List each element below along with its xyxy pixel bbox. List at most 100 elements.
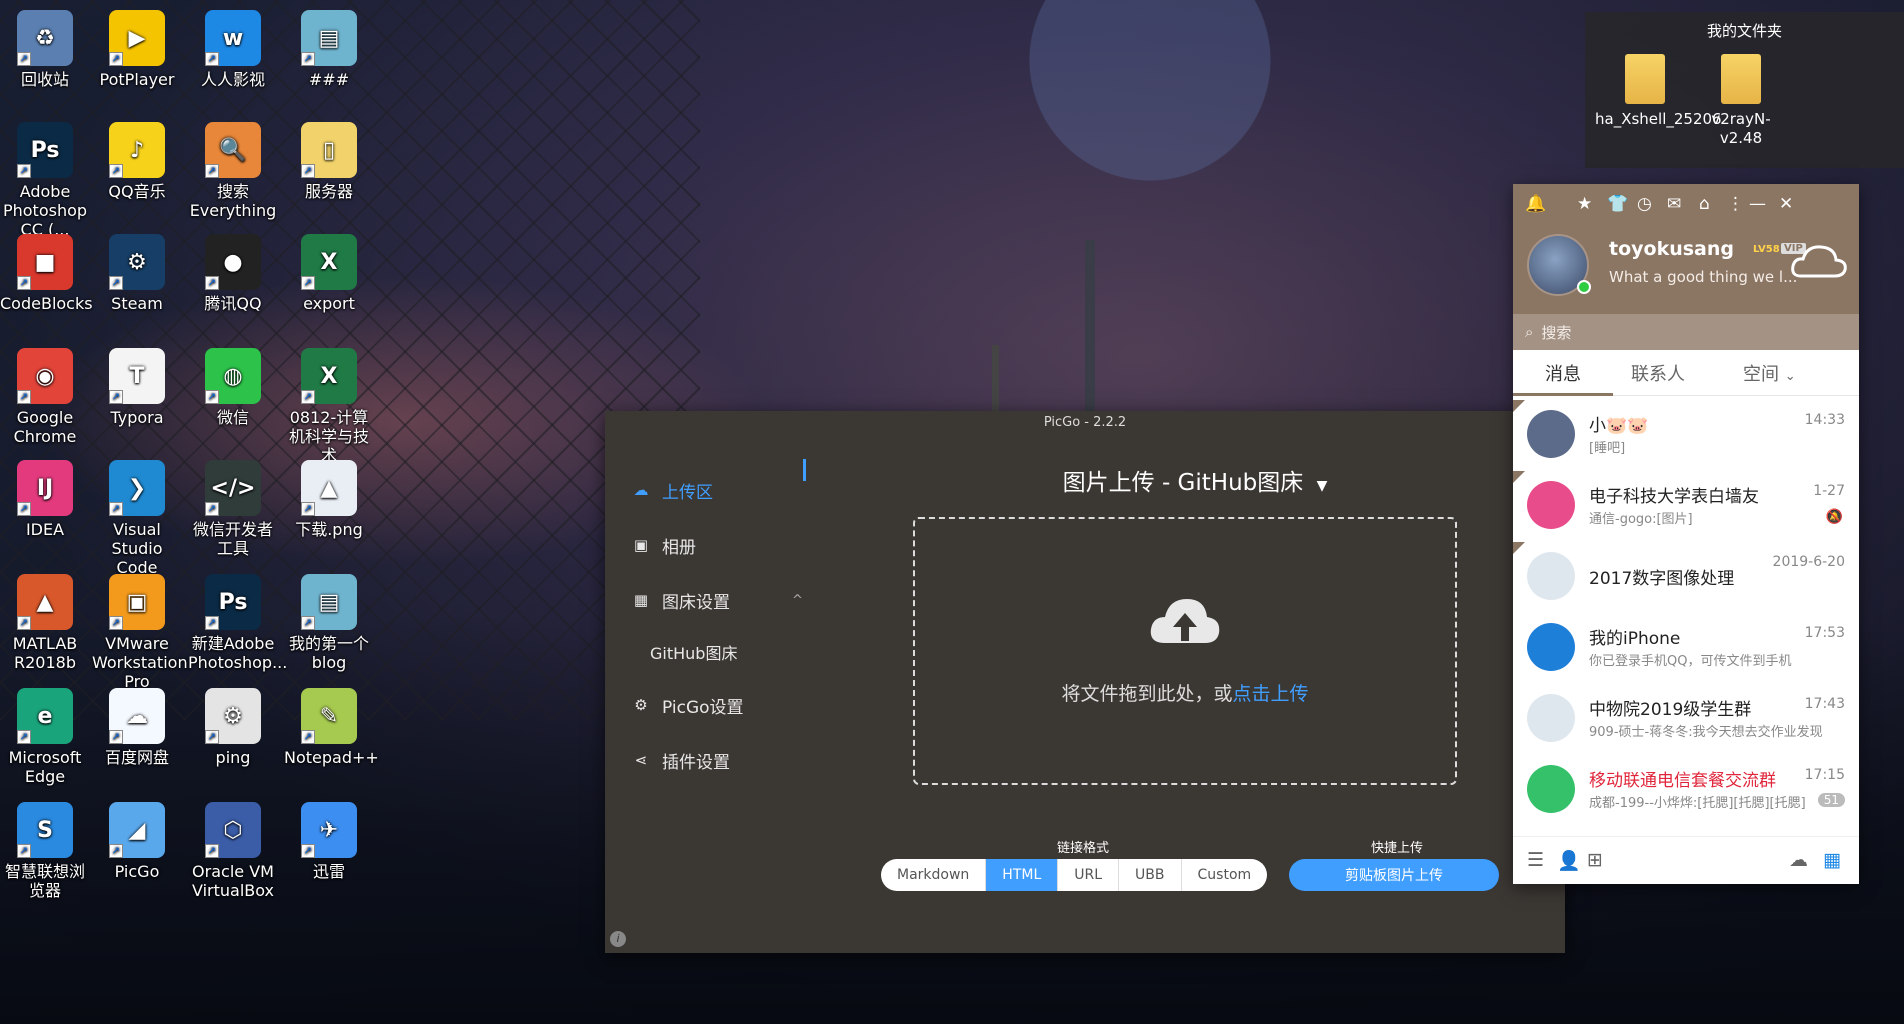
desktop-icon[interactable]: ▣ ↗ VMware Workstation Pro xyxy=(92,574,188,691)
desktop-icon[interactable]: 🔍 ↗ 搜索 Everything xyxy=(188,122,278,220)
tab-contacts[interactable]: 联系人 xyxy=(1631,360,1685,386)
bell-icon[interactable]: 🔔 xyxy=(1525,194,1546,214)
conversation-row[interactable]: 中物院2019级学生群 909-硕士-蒋冬冬:我今天想去交作业发现 17:43 xyxy=(1513,684,1859,754)
desktop-icon-label: 微信开发者工具 xyxy=(192,520,273,558)
conversation-message: [睡吧] xyxy=(1589,441,1626,456)
upload-heading[interactable]: 图片上传 - GitHub图床 ▼ xyxy=(1005,463,1385,497)
conversation-row[interactable]: 2017数字图像处理 2019-6-20 xyxy=(1513,542,1859,612)
desktop-icon[interactable]: ▤ ↗ ### xyxy=(284,10,374,89)
nav-label: GitHub图床 xyxy=(650,644,738,663)
weather-cloud-icon[interactable] xyxy=(1789,242,1849,282)
nav-label: PicGo设置 xyxy=(662,697,744,718)
desktop-icon[interactable]: ☁ ↗ 百度网盘 xyxy=(92,688,182,767)
desktop-icon[interactable]: ◢ ↗ PicGo xyxy=(92,802,182,881)
nav-plugin-settings[interactable]: ⋖ 插件设置 xyxy=(632,747,730,773)
app-icon: ▯ ↗ xyxy=(301,122,357,178)
format-ubb[interactable]: UBB xyxy=(1119,859,1182,891)
desktop-icon[interactable]: ⬡ ↗ Oracle VM VirtualBox xyxy=(188,802,278,900)
apps-icon[interactable]: ⊞ xyxy=(1587,849,1603,871)
folder-window: 我的文件夹 ha_Xshell_25206 v2rayN-v2.48 xyxy=(1585,12,1904,168)
star-icon[interactable]: ★ xyxy=(1577,194,1592,214)
tab-messages[interactable]: 消息 xyxy=(1545,360,1581,386)
desktop-icon[interactable]: </> ↗ 微信开发者工具 xyxy=(188,460,278,558)
nav-github-host[interactable]: GitHub图床 xyxy=(650,639,737,665)
desktop-icon[interactable]: w ↗ 人人影视 xyxy=(188,10,278,89)
desktop-icon[interactable]: ♻ ↗ 回收站 xyxy=(0,10,90,89)
desktop-icon[interactable]: X ↗ export xyxy=(284,234,374,313)
desktop-icon[interactable]: ▲ ↗ MATLAB R2018b xyxy=(0,574,90,672)
conversation-row[interactable]: 电子科技大学表白墙友 通信-gogo:[图片] 1-27 🔕 xyxy=(1513,471,1859,541)
upload-drop-zone[interactable]: 将文件拖到此处，或点击上传 xyxy=(913,517,1457,785)
desktop-icon[interactable]: ▯ ↗ 服务器 xyxy=(284,122,374,201)
folder-item-v2rayn[interactable]: v2rayN-v2.48 xyxy=(1691,54,1791,148)
format-html[interactable]: HTML xyxy=(986,859,1059,891)
desktop-icon-label: QQ音乐 xyxy=(108,182,166,201)
signature[interactable]: What a good thing we l... xyxy=(1609,268,1797,286)
desktop-icon-label: 下载.png xyxy=(295,520,363,539)
desktop-icon[interactable]: X ↗ 0812-计算机科学与技术 xyxy=(284,348,374,465)
desktop-icon[interactable]: Ps ↗ 新建Adobe Photoshop... xyxy=(188,574,287,672)
desktop-icon[interactable]: ✈ ↗ 迅雷 xyxy=(284,802,374,881)
desktop-icon[interactable]: e ↗ Microsoft Edge xyxy=(0,688,90,786)
format-custom[interactable]: Custom xyxy=(1182,859,1268,891)
desktop-icon[interactable]: ▤ ↗ 我的第一个blog xyxy=(284,574,374,672)
click-upload-link[interactable]: 点击上传 xyxy=(1233,683,1309,705)
desktop-icon[interactable]: ▶ ↗ PotPlayer xyxy=(92,10,182,89)
desktop-icon[interactable]: ◍ ↗ 微信 xyxy=(188,348,278,427)
shortcut-arrow-icon: ↗ xyxy=(301,730,315,744)
search-input[interactable]: ⌕ 搜索 xyxy=(1513,314,1859,350)
conversation-row[interactable]: 移动联通电信套餐交流群 成都-199--小烨烨:[托腮][托腮][托腮] 17:… xyxy=(1513,755,1859,825)
desktop-icon[interactable]: ⚙ ↗ Steam xyxy=(92,234,182,313)
desktop-icon-label: CodeBlocks xyxy=(0,294,93,313)
conversation-name: 2017数字图像处理 xyxy=(1589,569,1735,589)
desktop-icon[interactable]: ■ ↗ CodeBlocks xyxy=(0,234,93,313)
nav-picgo-settings[interactable]: ⚙ PicGo设置 xyxy=(632,692,744,718)
format-url[interactable]: URL xyxy=(1058,859,1120,891)
conversation-row[interactable]: 我的iPhone 你已登录手机QQ，可传文件到手机 17:53 xyxy=(1513,613,1859,683)
menu-icon[interactable]: ☰ xyxy=(1527,849,1544,871)
desktop-icon[interactable]: IJ ↗ IDEA xyxy=(0,460,90,539)
minimize-icon[interactable]: — xyxy=(1749,194,1766,214)
app-icon: T ↗ xyxy=(109,348,165,404)
close-icon[interactable]: ✕ xyxy=(1779,194,1793,214)
desktop-icon-label: Google Chrome xyxy=(13,408,77,446)
cloud-icon[interactable]: ☁ xyxy=(1789,849,1808,871)
add-contact-icon[interactable]: 👤 xyxy=(1557,849,1581,872)
pinned-marker xyxy=(1513,400,1525,412)
picgo-window: PicGo - 2.2.2 — ☁ 上传区 ▣ 相册 ▦ 图床设置 ^ GitH… xyxy=(605,411,1565,953)
search-placeholder: 搜索 xyxy=(1541,323,1572,342)
desktop-icon[interactable]: ▲ ↗ 下载.png xyxy=(284,460,374,539)
desktop-icon[interactable]: ⚙ ↗ ping xyxy=(188,688,278,767)
mail-icon[interactable]: ✉ xyxy=(1667,194,1681,214)
shortcut-arrow-icon: ↗ xyxy=(109,844,123,858)
desktop-icon-label: Typora xyxy=(110,408,164,427)
nav-gallery[interactable]: ▣ 相册 xyxy=(632,532,696,558)
desktop-icon[interactable]: ● ↗ 腾讯QQ xyxy=(188,234,278,313)
nav-upload[interactable]: ☁ 上传区 xyxy=(632,477,714,503)
grid-icon: ▦ xyxy=(633,591,649,609)
clipboard-upload-button[interactable]: 剪贴板图片上传 xyxy=(1289,859,1499,891)
level-badge[interactable]: LV58 xyxy=(1753,244,1780,255)
folder-item-xshell[interactable]: ha_Xshell_25206 xyxy=(1595,54,1722,129)
nav-host-settings[interactable]: ▦ 图床设置 ^ xyxy=(632,587,803,613)
gift-icon[interactable]: ⌂ xyxy=(1699,194,1710,214)
shirt-icon[interactable]: 👕 xyxy=(1607,194,1628,214)
app-icon: X ↗ xyxy=(301,234,357,290)
desktop-icon[interactable]: Ps ↗ Adobe Photoshop CC (... xyxy=(0,122,90,239)
desktop-icon[interactable]: T ↗ Typora xyxy=(92,348,182,427)
desktop-icon[interactable]: S ↗ 智慧联想浏览器 xyxy=(0,802,90,900)
more-icon[interactable]: ⋮ xyxy=(1727,194,1744,214)
conversation-row[interactable]: 小🐷🐷 [睡吧] 14:33 xyxy=(1513,400,1859,470)
phone-avatar xyxy=(1527,623,1575,671)
format-markdown[interactable]: Markdown xyxy=(881,859,987,891)
desktop-icon[interactable]: ❯ ↗ Visual Studio Code xyxy=(92,460,182,577)
info-icon[interactable]: i xyxy=(610,931,626,947)
desktop-icon[interactable]: ◉ ↗ Google Chrome xyxy=(0,348,90,446)
desktop-icon[interactable]: ✎ ↗ Notepad++ xyxy=(284,688,379,767)
avatar xyxy=(1527,481,1575,529)
desktop-icon-label: 智慧联想浏览器 xyxy=(4,862,85,900)
desktop-icon[interactable]: ♪ ↗ QQ音乐 xyxy=(92,122,182,201)
grid-icon[interactable]: ▦ xyxy=(1823,849,1841,871)
tab-space[interactable]: 空间 ⌄ xyxy=(1743,360,1796,386)
clock-icon[interactable]: ◷ xyxy=(1637,194,1652,214)
